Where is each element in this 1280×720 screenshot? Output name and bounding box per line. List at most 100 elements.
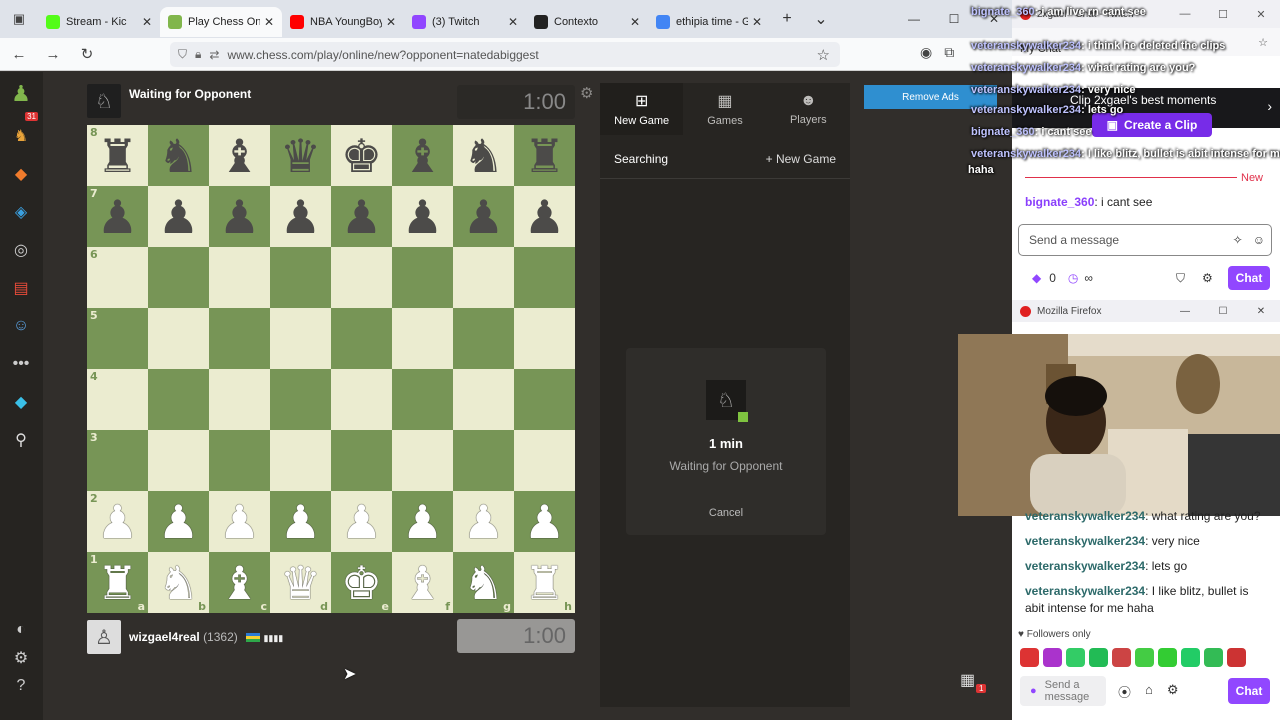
maximize-icon[interactable]: ☐ [934,12,974,26]
browser-tab-2[interactable]: NBA YoungBoy ✕ [282,7,404,37]
chat-username[interactable]: bignate_360 [1025,195,1094,209]
reload-icon[interactable]: ↻ [72,45,102,63]
tab-close-icon[interactable]: ✕ [752,15,762,29]
tab-players[interactable]: ☻ Players [767,83,850,135]
square-f7[interactable]: ♟ [392,186,453,247]
square-a8[interactable]: 8 ♜ [87,125,148,186]
forward-icon[interactable]: → [38,46,68,63]
square-e6[interactable] [331,247,392,308]
theme-icon[interactable]: ◐ [9,618,33,642]
emote-icon[interactable] [1204,648,1223,667]
square-g8[interactable]: ♞ [453,125,514,186]
board-settings-gear-icon[interactable]: ⚙ [580,84,593,102]
diamond-icon[interactable]: ◆ [9,390,33,414]
bits-icon[interactable]: ⦿ [1118,682,1131,701]
chevron-right-icon[interactable]: › [1267,98,1272,114]
black-pawn-icon[interactable]: ♟ [97,194,138,240]
tab-close-icon[interactable]: ✕ [264,15,274,29]
black-rook-icon[interactable]: ♜ [524,133,565,179]
tab-overview-icon[interactable]: ▣ [0,0,38,38]
square-h4[interactable] [514,369,575,430]
star-icon[interactable]: ☆ [1258,36,1268,49]
square-h3[interactable] [514,430,575,491]
tab-new-game[interactable]: ⊞ New Game [600,83,684,135]
square-a1[interactable]: 1 a ♜ [87,552,148,613]
play-icon[interactable]: ♞ [9,124,33,148]
address-bar[interactable]: ⛉ 🔒︎ ⇄ www.chess.com/play/online/new?opp… [170,42,840,67]
browser-tab-5[interactable]: ethipia time - Go ✕ [648,7,770,37]
mic-icon[interactable]: ● [1030,685,1037,697]
square-b6[interactable] [148,247,209,308]
bottom-send-input[interactable]: ● Send a message [1020,676,1106,706]
square-c2[interactable]: ♟ [209,491,270,552]
emote-icon[interactable] [1043,648,1062,667]
white-pawn-icon[interactable]: ♟ [463,499,504,545]
square-c7[interactable]: ♟ [209,186,270,247]
send-message-input[interactable]: Send a message ✧ ☺ [1018,224,1272,256]
chat-settings-gear-icon[interactable]: ⚙ [1202,271,1213,285]
square-e3[interactable] [331,430,392,491]
white-pawn-icon[interactable]: ♟ [524,499,565,545]
black-pawn-icon[interactable]: ♟ [341,194,382,240]
account-icon[interactable]: ◉ [920,44,932,61]
search-icon[interactable]: ⚲ [9,428,33,452]
chess-board[interactable]: 8 ♜ ♞ ♝ ♛ ♚ ♝ ♞ ♜ 7 ♟ ♟ ♟ ♟ ♟ ♟ ♟ ♟ 6 5 4 3 2 ♟ ♟ ♟ ♟ ♟ ♟ ♟ ♟ 1 a ♜ b ♞ c ♝ d ♛… [87,125,575,613]
minimize-icon[interactable]: — [1166,306,1204,317]
emote-icon[interactable] [1020,648,1039,667]
white-pawn-icon[interactable]: ♟ [158,499,199,545]
square-g6[interactable] [453,247,514,308]
square-c6[interactable] [209,247,270,308]
white-king-icon[interactable]: ♚ [341,560,382,606]
square-g5[interactable] [453,308,514,369]
square-d5[interactable] [270,308,331,369]
square-d1[interactable]: d ♛ [270,552,331,613]
square-a2[interactable]: 2 ♟ [87,491,148,552]
square-e5[interactable] [331,308,392,369]
emote-icon[interactable] [1181,648,1200,667]
square-f1[interactable]: f ♝ [392,552,453,613]
square-a5[interactable]: 5 [87,308,148,369]
emote-icon[interactable] [1158,648,1177,667]
square-c5[interactable] [209,308,270,369]
black-pawn-icon[interactable]: ♟ [219,194,260,240]
shield-icon[interactable]: ⛉ [1176,271,1185,286]
minimize-icon[interactable]: — [1166,8,1204,21]
chevron-down-icon[interactable]: ⌄ [804,9,838,29]
emote-icon[interactable] [1135,648,1154,667]
square-b1[interactable]: b ♞ [148,552,209,613]
browser-tab-0[interactable]: Stream - Kic ✕ [38,7,160,37]
puzzles-icon[interactable]: ◆ [9,162,33,186]
tab-close-icon[interactable]: ✕ [386,15,396,29]
social-icon[interactable]: ☺ [9,314,33,338]
square-h5[interactable] [514,308,575,369]
square-h1[interactable]: h ♜ [514,552,575,613]
square-e2[interactable]: ♟ [331,491,392,552]
bottom-chat-button[interactable]: Chat [1228,678,1270,704]
channel-points-icon[interactable]: ◆ [1032,271,1041,285]
square-a7[interactable]: 7 ♟ [87,186,148,247]
square-c8[interactable]: ♝ [209,125,270,186]
white-knight-icon[interactable]: ♞ [158,560,199,606]
square-e8[interactable]: ♚ [331,125,392,186]
create-clip-button[interactable]: ▣ Create a Clip [1092,113,1212,137]
tab-close-icon[interactable]: ✕ [630,15,640,29]
tab-close-icon[interactable]: ✕ [142,15,152,29]
black-pawn-icon[interactable]: ♟ [158,194,199,240]
white-queen-icon[interactable]: ♛ [280,560,321,606]
square-f5[interactable] [392,308,453,369]
square-a4[interactable]: 4 [87,369,148,430]
white-knight-icon[interactable]: ♞ [463,560,504,606]
emote-icon[interactable] [1227,648,1246,667]
square-b7[interactable]: ♟ [148,186,209,247]
bits-icon[interactable]: ✧ [1233,233,1243,247]
white-bishop-icon[interactable]: ♝ [402,560,443,606]
square-b5[interactable] [148,308,209,369]
bookmark-star-icon[interactable]: ☆ [817,46,830,64]
square-g4[interactable] [453,369,514,430]
square-g7[interactable]: ♟ [453,186,514,247]
black-pawn-icon[interactable]: ♟ [524,194,565,240]
black-pawn-icon[interactable]: ♟ [280,194,321,240]
close-icon[interactable]: ✕ [974,12,1014,26]
square-d6[interactable] [270,247,331,308]
black-bishop-icon[interactable]: ♝ [219,133,260,179]
